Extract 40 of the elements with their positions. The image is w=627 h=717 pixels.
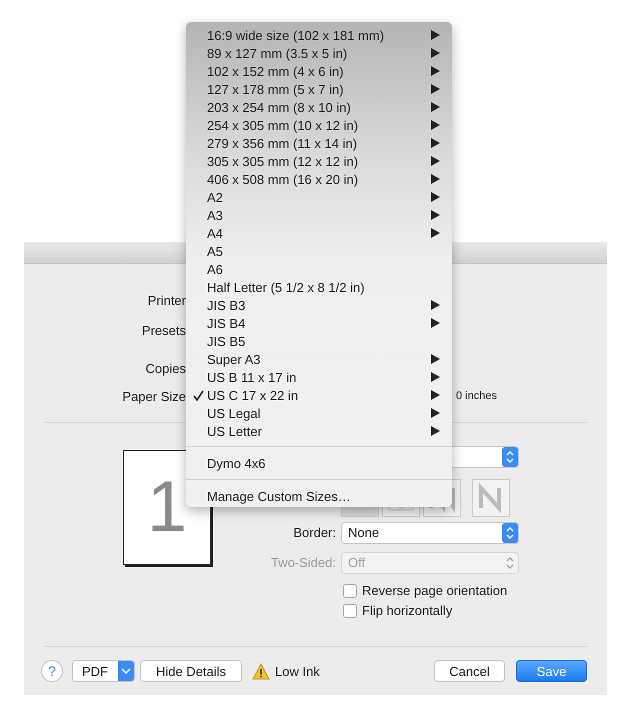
menu-item[interactable]: Super A3 — [186, 350, 452, 368]
paper-size-text: 0 inches — [456, 390, 497, 402]
menu-item[interactable]: 16:9 wide size (102 x 181 mm) — [186, 26, 452, 44]
cancel-button[interactable]: Cancel — [434, 660, 505, 682]
menu-item[interactable]: Manage Custom Sizes… — [186, 486, 452, 506]
menu-item[interactable]: 254 x 305 mm (10 x 12 in) — [186, 116, 452, 134]
menu-item[interactable]: 279 x 356 mm (11 x 14 in) — [186, 134, 452, 152]
menu-item[interactable]: A6 — [186, 260, 452, 278]
menu-item[interactable]: JIS B5 — [186, 332, 452, 350]
menu-item[interactable]: US Letter — [186, 422, 452, 440]
menu-item[interactable]: US Legal — [186, 404, 452, 422]
menu-item[interactable]: 102 x 152 mm (4 x 6 in) — [186, 62, 452, 80]
menu-item[interactable]: US B 11 x 17 in — [186, 368, 452, 386]
menu-item[interactable]: US C 17 x 22 in — [186, 386, 452, 404]
field-label: Printer — [146, 292, 186, 308]
pdf-menu-button[interactable]: PDF — [72, 660, 135, 682]
menu-item[interactable]: JIS B3 — [186, 296, 452, 314]
menu-item[interactable]: 203 x 254 mm (8 x 10 in) — [186, 98, 452, 116]
menu-item[interactable]: 89 x 127 mm (3.5 x 5 in) — [186, 44, 452, 62]
hide-details-button[interactable]: Hide Details — [140, 660, 242, 682]
popup-button[interactable]: None — [341, 522, 519, 544]
status-text: Low Ink — [275, 664, 320, 679]
menu-item[interactable]: A3 — [186, 206, 452, 224]
menu-item[interactable]: JIS B4 — [186, 314, 452, 332]
field-label: Paper Size — [121, 388, 186, 404]
page-number: 1 — [146, 471, 188, 544]
menu-item[interactable]: Dymo 4x6 — [186, 453, 452, 473]
menu-item[interactable]: 406 x 508 mm (16 x 20 in) — [186, 170, 452, 188]
field-label: Presets — [140, 322, 186, 338]
checkbox-label: Flip horizontally — [362, 603, 452, 618]
field-label: Copies — [144, 360, 186, 376]
menu-item[interactable]: 127 x 178 mm (5 x 7 in) — [186, 80, 452, 98]
checkbox-label: Reverse page orientation — [362, 583, 508, 598]
menu-item[interactable]: A4 — [186, 224, 452, 242]
menu-item[interactable]: Half Letter (5 1/2 x 8 1/2 in) — [186, 278, 452, 296]
menu-item[interactable]: A5 — [186, 242, 452, 260]
menu-item[interactable]: 305 x 305 mm (12 x 12 in) — [186, 152, 452, 170]
field-label: Border: — [292, 525, 337, 540]
menu-item[interactable]: A2 — [186, 188, 452, 206]
field-label: Two-Sided: — [270, 555, 337, 570]
